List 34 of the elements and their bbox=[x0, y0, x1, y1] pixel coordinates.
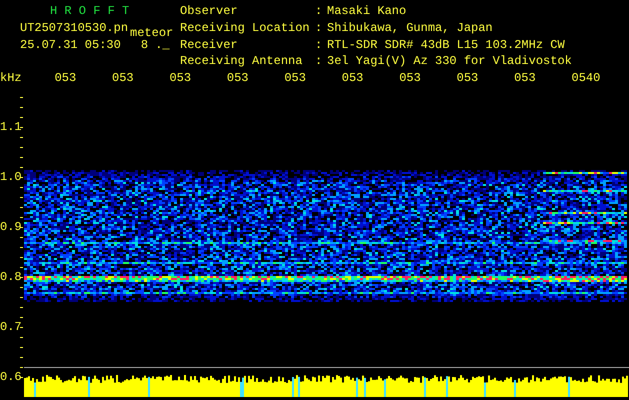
time-label: 0540 bbox=[572, 72, 600, 84]
info-label: Observer bbox=[180, 5, 239, 20]
info-label: Receiver bbox=[180, 38, 239, 54]
frequency-label: 0.9 bbox=[0, 221, 20, 233]
frequency-label: 0.8 bbox=[0, 271, 20, 283]
info-value: 3el Yagi(V) Az 330 for Vladivostok bbox=[327, 55, 572, 70]
info-value: RTL-SDR SDR# 43dB L15 103.2MHz CW bbox=[327, 38, 566, 54]
info-label: Receiving Location bbox=[180, 22, 311, 37]
time-label: 053 bbox=[54, 72, 76, 84]
info-label: Receiving Antenna bbox=[180, 55, 304, 70]
frequency-label: 1.0 bbox=[0, 171, 20, 183]
time-label: 053 bbox=[514, 72, 536, 84]
time-label: 053 bbox=[284, 72, 306, 84]
event-type: meteor bbox=[130, 27, 174, 39]
app-title: H R O F F T bbox=[49, 5, 130, 17]
frequency-label: 0.7 bbox=[0, 321, 20, 333]
separator: : bbox=[315, 55, 324, 70]
axis-unit: kHz bbox=[0, 72, 23, 84]
separator: : bbox=[315, 5, 324, 20]
date-time: 25.07.31 05:30 bbox=[20, 39, 121, 51]
frequency-label: 1.1 bbox=[0, 121, 20, 133]
info-value: Shibukawa, Gunma, Japan bbox=[327, 22, 494, 37]
time-label: 053 bbox=[399, 72, 421, 84]
time-label: 053 bbox=[112, 72, 134, 84]
time-label: 053 bbox=[342, 72, 364, 84]
frequency-label: 0.6 bbox=[0, 371, 20, 383]
file-name: UT2507310530.pn bbox=[20, 22, 128, 37]
time-label: 053 bbox=[456, 72, 478, 84]
separator: : bbox=[315, 38, 324, 54]
separator: : bbox=[315, 22, 324, 37]
info-value: Masaki Kano bbox=[327, 5, 408, 20]
time-label: 053 bbox=[169, 72, 192, 84]
count-text: 8 ._ bbox=[140, 39, 170, 51]
time-label: 053 bbox=[226, 72, 248, 84]
